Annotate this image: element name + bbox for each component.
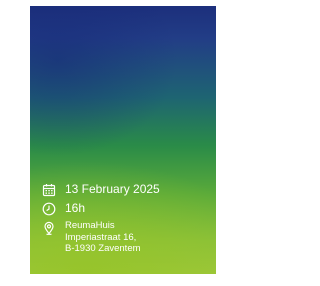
event-date-row: 13 February 2025 xyxy=(42,182,212,197)
venue-street: Imperiastraat 16, xyxy=(65,231,137,243)
venue-city: B-1930 Zaventem xyxy=(65,243,141,254)
calendar-icon xyxy=(42,183,56,197)
location-pin-icon xyxy=(42,221,56,235)
event-details: 13 February 2025 16h ReumaHuis Imperiast… xyxy=(42,182,212,259)
clock-icon xyxy=(42,202,56,216)
venue-name: ReumaHuis xyxy=(65,220,115,231)
event-date: 13 February 2025 xyxy=(65,182,160,196)
event-card: 13 February 2025 16h ReumaHuis Imperiast… xyxy=(30,6,216,274)
event-time: 16h xyxy=(65,201,86,215)
event-address: ReumaHuis Imperiastraat 16, B-1930 Zaven… xyxy=(65,220,141,255)
event-time-row: 16h xyxy=(42,201,212,216)
event-location-row: ReumaHuis Imperiastraat 16, B-1930 Zaven… xyxy=(42,220,212,255)
